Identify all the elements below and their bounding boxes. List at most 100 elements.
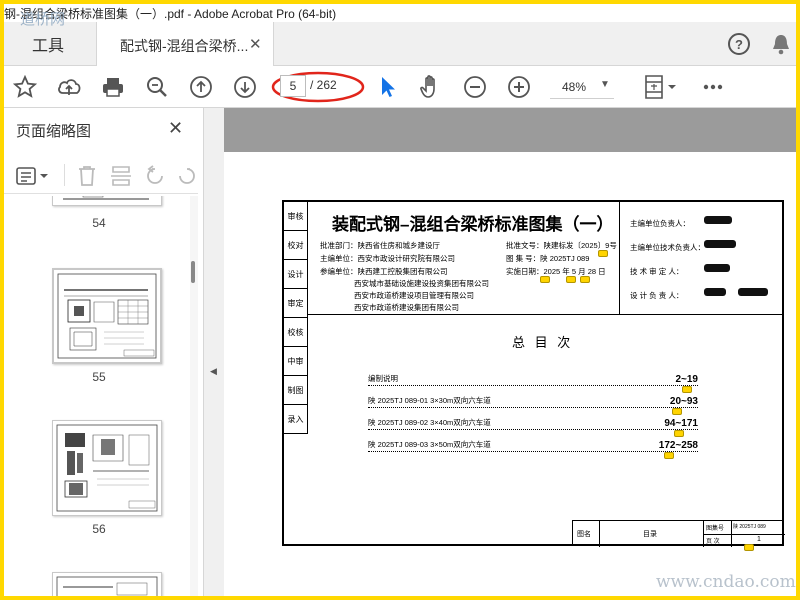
binding-cell: 审定: [284, 289, 307, 318]
participant-unit: 参编单位：陕西建工控股集团有限公司: [320, 267, 448, 276]
signature-label: 主编单位技术负责人：: [630, 243, 705, 252]
zoom-out-icon[interactable]: [462, 74, 488, 100]
delete-page-icon[interactable]: [74, 163, 100, 189]
page-gap: [224, 108, 796, 152]
page-number-input[interactable]: 5: [280, 75, 306, 97]
participant-unit: 西安城市基础设施建设投资集团有限公司: [354, 279, 489, 288]
tab-document-label: 配式钢-混组合梁桥...: [120, 38, 249, 54]
binding-cell: 校核: [284, 318, 307, 347]
zoom-level-select[interactable]: 48% ▼: [550, 75, 614, 99]
site-watermark: www.cndao.com: [656, 572, 796, 592]
binding-column: 审核 校对 设计 审定 校核 中审 制图 录入: [284, 202, 308, 434]
comment-note-icon[interactable]: [682, 386, 692, 393]
tab-bar: 工具 配式钢-混组合梁桥... ✕ ?: [4, 22, 796, 66]
toc-item-pages: 94~171: [662, 418, 698, 429]
atlas-title: 装配式钢–混组合梁桥标准图集（一）: [332, 215, 614, 234]
thumbnail-list: 54 55 56: [4, 196, 198, 596]
toc-row: 陕 2025TJ 089-01 3×30m双向六车道 20~93: [368, 395, 698, 408]
page-thumbnails-panel: 页面缩略图 ✕ 54 55 56: [4, 108, 204, 596]
toc-item-pages: 2~19: [673, 374, 698, 385]
page-thumbnail[interactable]: [52, 572, 162, 596]
document-viewport[interactable]: 审核 校对 设计 审定 校核 中审 制图 录入 装配式钢–混组合梁桥标准图集（一…: [224, 108, 796, 596]
header-divider: [308, 314, 784, 315]
toc-item-pages: 20~93: [667, 396, 698, 407]
toc-item-name: 陕 2025TJ 089-02 3×40m双向六车道: [368, 417, 493, 428]
signature-label: 主编单位负责人：: [630, 219, 690, 228]
more-options-icon[interactable]: [700, 74, 726, 100]
page-total: / 262: [310, 78, 337, 92]
binding-cell: 校对: [284, 231, 307, 260]
handwritten-signature: [704, 216, 732, 224]
previous-page-icon[interactable]: [188, 74, 214, 100]
drawing-frame: 审核 校对 设计 审定 校核 中审 制图 录入 装配式钢–混组合梁桥标准图集（一…: [282, 200, 785, 551]
rotate-right-icon[interactable]: [174, 163, 200, 189]
page-thumbnail[interactable]: [52, 196, 162, 206]
print-icon[interactable]: [100, 74, 126, 100]
page-fit-icon[interactable]: [640, 74, 680, 100]
chevron-down-icon: ▼: [600, 79, 610, 90]
binding-cell: 中审: [284, 347, 307, 376]
pdf-page: 审核 校对 设计 审定 校核 中审 制图 录入 装配式钢–混组合梁桥标准图集（一…: [224, 152, 796, 596]
comment-note-icon[interactable]: [672, 408, 682, 415]
comment-note-icon[interactable]: [598, 250, 608, 257]
thumbnail-toolbar: [4, 156, 198, 194]
toolbar-divider: [64, 164, 65, 186]
binding-cell: 设计: [284, 260, 307, 289]
thumbnail-page-number: 54: [92, 216, 106, 230]
thumbnail-page-number: 55: [92, 370, 106, 384]
split-pages-icon[interactable]: [108, 163, 134, 189]
signature-label: 技 术 审 定 人：: [630, 267, 684, 276]
toc-item-pages: 172~258: [656, 440, 698, 451]
comment-note-icon[interactable]: [674, 430, 684, 437]
title-block-value: 陕 2025TJ 089: [733, 524, 766, 530]
comment-note-icon[interactable]: [664, 452, 674, 459]
panel-splitter[interactable]: ◀: [204, 108, 224, 596]
comment-note-icon[interactable]: [580, 276, 590, 283]
close-panel-icon[interactable]: ✕: [168, 118, 183, 139]
zoom-level-value: 48%: [562, 80, 587, 94]
page-thumbnail[interactable]: [52, 420, 162, 516]
collapse-panel-icon[interactable]: ◀: [210, 366, 217, 377]
comment-note-icon[interactable]: [744, 544, 754, 551]
title-block-divider: [703, 534, 785, 535]
close-tab-icon[interactable]: ✕: [249, 35, 262, 53]
hand-tool-icon[interactable]: [418, 74, 444, 100]
implementation-date: 实施日期：2025 年 5 月 28 日: [506, 267, 606, 276]
binding-cell: 审核: [284, 202, 307, 231]
scrollbar-thumb[interactable]: [191, 261, 195, 283]
title-block-label: 图名: [577, 531, 591, 538]
toc-row: 编制说明 2~19: [368, 373, 698, 386]
title-block-label: 页 次: [706, 539, 720, 545]
atlas-number: 图 集 号：陕 2025TJ 089: [506, 254, 590, 263]
main-toolbar: 5 / 262 48% ▼: [4, 66, 796, 108]
toc-row: 陕 2025TJ 089-02 3×40m双向六车道 94~171: [368, 417, 698, 430]
toc-row: 陕 2025TJ 089-03 3×50m双向六车道 172~258: [368, 439, 698, 452]
thumbnail-page-number: 56: [92, 522, 106, 536]
rotate-left-icon[interactable]: [142, 163, 168, 189]
thumbnail-options-icon[interactable]: [14, 163, 54, 189]
lead-unit: 主编单位：西安市政设计研究院有限公司: [320, 254, 455, 263]
thumbnail-scrollbar[interactable]: [190, 196, 198, 596]
select-cursor-icon[interactable]: [374, 74, 400, 100]
panel-title: 页面缩略图: [16, 123, 92, 140]
handwritten-signature: [704, 288, 726, 296]
zoom-in-icon[interactable]: [506, 74, 532, 100]
title-block-value: 目录: [643, 531, 657, 538]
notification-bell-icon[interactable]: [768, 31, 794, 57]
page-thumbnail[interactable]: [52, 268, 162, 364]
tab-document[interactable]: 配式钢-混组合梁桥... ✕: [96, 22, 274, 66]
help-icon[interactable]: ?: [726, 31, 752, 57]
comment-note-icon[interactable]: [540, 276, 550, 283]
toc-item-name: 编制说明: [368, 373, 400, 384]
header-divider: [619, 202, 620, 314]
next-page-icon[interactable]: [232, 74, 258, 100]
title-bar: 钢-混组合梁桥标准图集（一）.pdf - Adobe Acrobat Pro (…: [4, 4, 796, 22]
handwritten-signature: [704, 264, 730, 272]
zoom-search-icon[interactable]: [144, 74, 170, 100]
title-block: 图名 目录 图集号 陕 2025TJ 089 页 次 1: [572, 520, 785, 547]
cloud-upload-icon[interactable]: [56, 74, 82, 100]
title-block-divider: [599, 521, 600, 547]
bookmark-star-icon[interactable]: [12, 74, 38, 100]
comment-note-icon[interactable]: [566, 276, 576, 283]
signature-label: 设 计 负 责 人：: [630, 291, 684, 300]
